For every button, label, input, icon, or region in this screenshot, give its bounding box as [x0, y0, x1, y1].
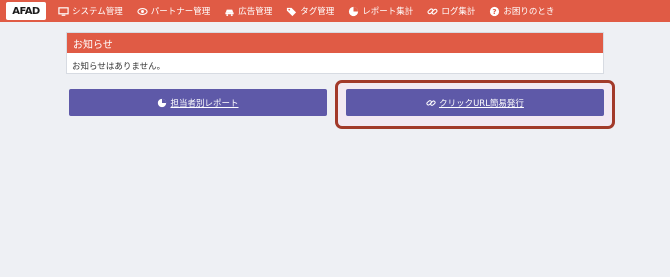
monitor-icon — [58, 6, 69, 17]
pie-chart-icon — [348, 6, 359, 17]
nav-item-label: お困りのとき — [503, 7, 555, 17]
staff-report-label: 担当者別レポート — [170, 98, 239, 109]
pie-chart-icon — [157, 98, 167, 108]
notice-title: お知らせ — [67, 33, 603, 53]
nav-item-tags[interactable]: タグ管理 — [286, 5, 334, 17]
nav-item-label: システム管理 — [72, 7, 123, 17]
logo-text: AFAD — [12, 5, 40, 17]
nav-item-partner[interactable]: パートナー管理 — [137, 5, 211, 17]
nav-item-system[interactable]: システム管理 — [58, 5, 123, 17]
nav-item-label: レポート集計 — [362, 7, 414, 17]
question-icon: ? — [489, 6, 500, 17]
nav-item-label: パートナー管理 — [150, 7, 211, 17]
nav-item-help[interactable]: ? お困りのとき — [489, 5, 554, 17]
nav-item-label: 広告管理 — [238, 7, 273, 17]
top-navbar: AFAD システム管理 パートナー管理 広告管理 タグ管理 レポート集計 ログ集… — [0, 0, 670, 22]
click-url-issue-button[interactable]: クリックURL簡易発行 — [346, 89, 604, 116]
nav-item-label: ログ集計 — [441, 7, 476, 17]
nav-item-ads[interactable]: 広告管理 — [224, 5, 272, 17]
car-icon — [224, 6, 235, 17]
staff-report-button[interactable]: 担当者別レポート — [69, 89, 327, 116]
nav-item-label: タグ管理 — [300, 7, 335, 17]
link-icon — [427, 6, 438, 17]
logo[interactable]: AFAD — [6, 2, 46, 20]
nav-item-logs[interactable]: ログ集計 — [427, 5, 475, 17]
tag-icon — [286, 6, 297, 17]
svg-text:?: ? — [493, 6, 497, 15]
nav-item-reports[interactable]: レポート集計 — [348, 5, 413, 17]
click-url-issue-label: クリックURL簡易発行 — [439, 98, 524, 109]
link-icon — [426, 98, 436, 108]
notice-panel: お知らせ お知らせはありません。 — [66, 32, 604, 74]
eye-icon — [137, 6, 148, 17]
notice-body: お知らせはありません。 — [72, 62, 166, 72]
